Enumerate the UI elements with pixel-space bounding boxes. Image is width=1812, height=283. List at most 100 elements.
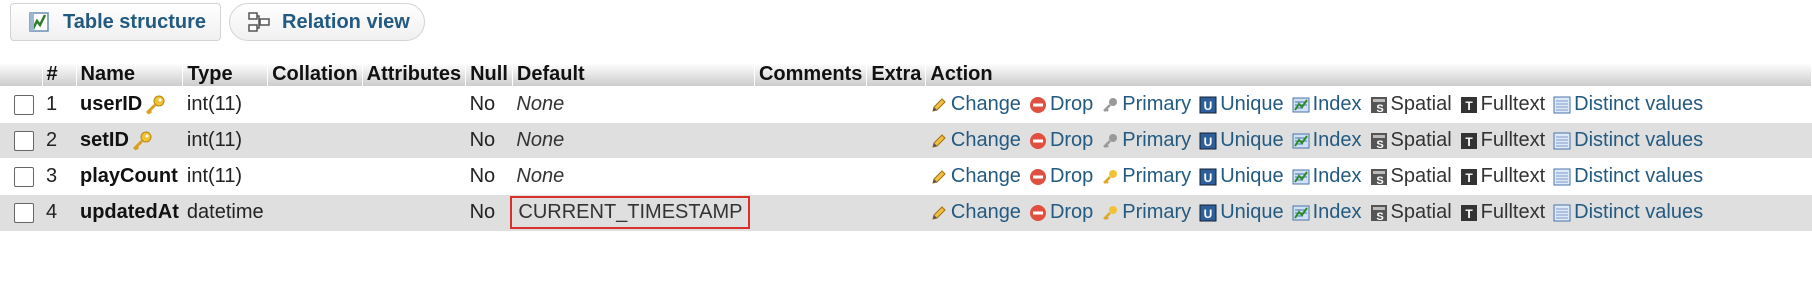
structure-tabs: Table structure Relation view — [10, 3, 425, 41]
header-null[interactable]: Null — [465, 63, 513, 87]
change-action[interactable]: Change — [930, 129, 1021, 152]
change-action[interactable]: Change — [930, 93, 1021, 116]
row-number: 3 — [42, 158, 76, 195]
fulltext-label: Fulltext — [1480, 93, 1546, 115]
header-checkbox — [0, 63, 43, 87]
primary-key-icon — [1103, 133, 1118, 148]
header-extra[interactable]: Extra — [866, 63, 927, 87]
row-comments — [754, 158, 867, 195]
drop-action[interactable]: Drop — [1029, 201, 1093, 224]
unique-action[interactable]: U Unique — [1199, 201, 1284, 224]
row-number: 2 — [42, 122, 76, 159]
row-name-cell: playCount — [76, 158, 183, 195]
index-action[interactable]: Index — [1292, 201, 1362, 224]
header-attributes[interactable]: Attributes — [362, 63, 467, 87]
index-label: Index — [1312, 129, 1362, 151]
fulltext-icon: T — [1460, 204, 1477, 221]
unique-label: Unique — [1220, 165, 1284, 187]
row-default-cell: None — [512, 122, 755, 159]
row-checkbox[interactable] — [14, 166, 34, 187]
header-default[interactable]: Default — [512, 63, 755, 87]
tab-table-structure-label: Table structure — [63, 10, 206, 33]
header-comments[interactable]: Comments — [754, 63, 868, 87]
tab-table-structure[interactable]: Table structure — [10, 3, 221, 41]
header-name[interactable]: Name — [76, 63, 184, 87]
fulltext-label: Fulltext — [1480, 129, 1546, 151]
column-name: userID — [80, 93, 143, 115]
spatial-action[interactable]: S Spatial — [1370, 165, 1452, 188]
primary-action[interactable]: Primary — [1101, 165, 1191, 188]
primary-action[interactable]: Primary — [1101, 129, 1191, 152]
spatial-icon: S — [1370, 132, 1387, 150]
row-attributes — [362, 194, 466, 231]
tab-relation-view-label: Relation view — [282, 10, 410, 33]
drop-icon — [1029, 96, 1046, 113]
fulltext-action[interactable]: T Fulltext — [1460, 129, 1545, 152]
tab-relation-view[interactable]: Relation view — [229, 3, 425, 41]
distinct-values-action[interactable]: Distinct values — [1553, 129, 1703, 152]
svg-text:S: S — [1376, 103, 1383, 114]
distinct-values-action[interactable]: Distinct values — [1553, 201, 1703, 224]
unique-action[interactable]: U Unique — [1199, 93, 1284, 116]
spatial-action[interactable]: S Spatial — [1370, 201, 1452, 224]
distinct-values-action[interactable]: Distinct values — [1553, 93, 1703, 116]
column-name: playCount — [80, 165, 178, 187]
spatial-label: Spatial — [1390, 129, 1452, 151]
drop-label: Drop — [1049, 129, 1094, 151]
row-checkbox[interactable] — [14, 94, 34, 115]
drop-icon — [1029, 204, 1046, 221]
fulltext-action[interactable]: T Fulltext — [1460, 93, 1545, 116]
primary-key-icon — [1103, 205, 1118, 220]
row-checkbox[interactable] — [14, 130, 34, 151]
unique-action[interactable]: U Unique — [1199, 129, 1284, 152]
header-num[interactable]: # — [42, 63, 77, 87]
drop-action[interactable]: Drop — [1029, 165, 1093, 188]
index-action[interactable]: Index — [1292, 165, 1362, 188]
spatial-action[interactable]: S Spatial — [1370, 93, 1452, 116]
row-default-cell: CURRENT_TIMESTAMP — [510, 194, 755, 231]
primary-action[interactable]: Primary — [1101, 93, 1191, 116]
drop-icon — [1029, 132, 1046, 149]
row-default: None — [516, 129, 565, 151]
spatial-icon: S — [1370, 168, 1387, 186]
change-action[interactable]: Change — [930, 201, 1021, 224]
drop-action[interactable]: Drop — [1029, 93, 1093, 116]
row-null: No — [465, 194, 513, 231]
drop-action[interactable]: Drop — [1029, 129, 1093, 152]
table-row: 3 playCount int(11) No None Change Drop … — [0, 158, 1812, 195]
change-action[interactable]: Change — [930, 165, 1021, 188]
unique-label: Unique — [1220, 129, 1284, 151]
fulltext-icon: T — [1460, 132, 1477, 149]
distinct-values-label: Distinct values — [1574, 165, 1704, 187]
unique-icon: U — [1199, 132, 1217, 149]
distinct-values-action[interactable]: Distinct values — [1553, 165, 1703, 188]
row-checkbox[interactable] — [14, 202, 34, 223]
unique-label: Unique — [1220, 93, 1284, 115]
primary-label: Primary — [1122, 129, 1192, 151]
index-action[interactable]: Index — [1292, 129, 1362, 152]
row-default-cell: None — [512, 86, 755, 123]
pencil-icon — [932, 133, 946, 148]
header-action: Action — [925, 63, 1812, 87]
header-collation[interactable]: Collation — [267, 63, 363, 87]
row-number: 1 — [42, 86, 76, 123]
row-comments — [754, 194, 867, 231]
spatial-icon: S — [1370, 204, 1387, 222]
table-row: 1 userID int(11) No None Change Drop Pri… — [0, 86, 1812, 123]
svg-text:S: S — [1376, 211, 1383, 222]
header-type[interactable]: Type — [182, 63, 269, 87]
spatial-action[interactable]: S Spatial — [1370, 129, 1452, 152]
primary-action[interactable]: Primary — [1101, 201, 1191, 224]
unique-action[interactable]: U Unique — [1199, 165, 1284, 188]
unique-icon: U — [1199, 96, 1217, 113]
table-structure-icon — [27, 9, 53, 35]
index-action[interactable]: Index — [1292, 93, 1362, 116]
fulltext-action[interactable]: T Fulltext — [1460, 201, 1545, 224]
fulltext-icon: T — [1460, 168, 1477, 185]
row-null: No — [465, 122, 513, 159]
row-collation — [267, 194, 363, 231]
row-name-cell: userID — [76, 86, 183, 123]
svg-text:T: T — [1465, 171, 1473, 185]
svg-text:T: T — [1465, 99, 1473, 113]
fulltext-action[interactable]: T Fulltext — [1460, 165, 1545, 188]
